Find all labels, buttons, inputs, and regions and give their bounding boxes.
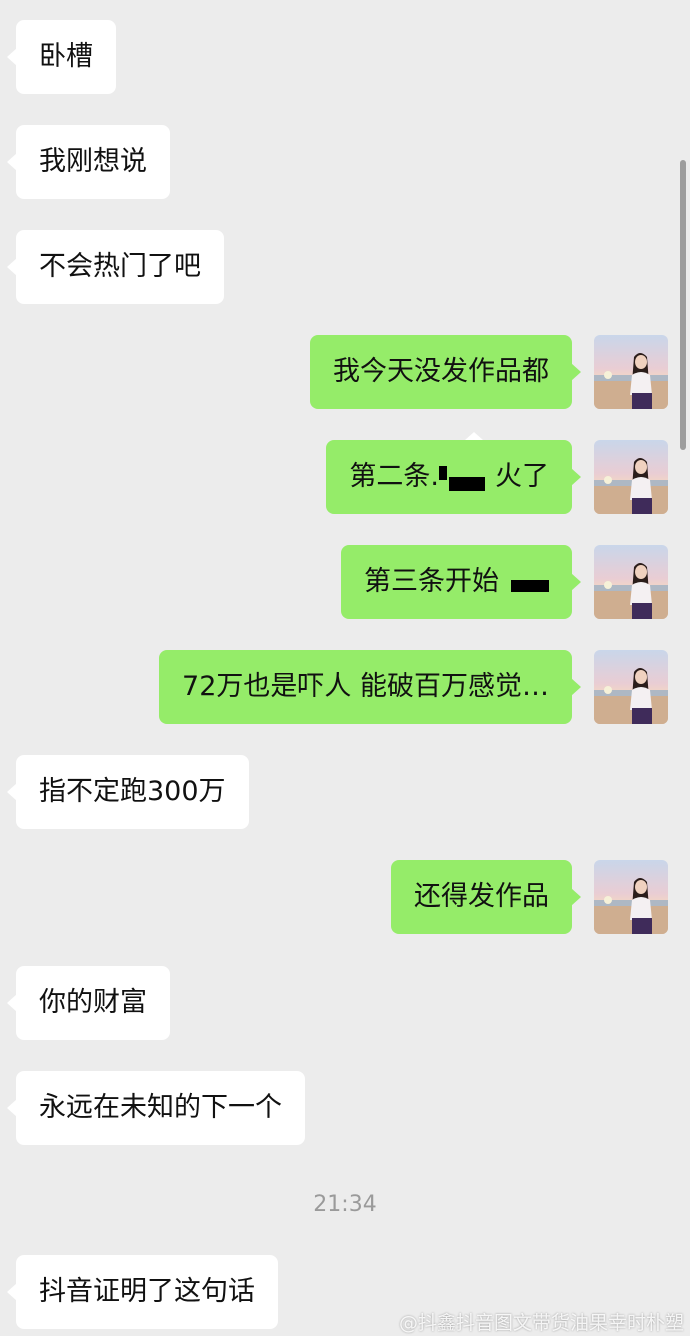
message-row: 72万也是吓人 能破百万感觉… — [0, 650, 690, 724]
watermark: @抖鑫抖音图文带货油果幸时朴塑 — [398, 1312, 684, 1334]
message-text: 第二条. — [349, 461, 439, 492]
incoming-message-bubble[interactable]: 抖音证明了这句话 — [7, 1255, 278, 1329]
message-row: 我今天没发作品都 — [0, 335, 690, 409]
message-row: 还得发作品 — [0, 860, 690, 934]
incoming-message-bubble[interactable]: 指不定跑300万 — [7, 755, 249, 829]
outgoing-message-bubble[interactable]: 还得发作品 — [391, 860, 581, 934]
incoming-message-bubble[interactable]: 我刚想说 — [7, 125, 170, 199]
message-row: 永远在未知的下一个 — [0, 1071, 690, 1145]
avatar[interactable] — [594, 545, 668, 619]
message-row: 我刚想说 — [0, 125, 690, 199]
incoming-message-bubble[interactable]: 永远在未知的下一个 — [7, 1071, 305, 1145]
message-text: 第三条开始 — [364, 566, 499, 597]
outgoing-message-bubble[interactable]: 72万也是吓人 能破百万感觉… — [159, 650, 581, 724]
avatar[interactable] — [594, 860, 668, 934]
message-row: 第二条. 火了 — [0, 432, 690, 514]
outgoing-message-bubble[interactable]: 第三条开始 — [341, 545, 581, 619]
incoming-message-bubble[interactable]: 你的财富 — [7, 966, 170, 1040]
message-row: 第三条开始 — [0, 545, 690, 619]
incoming-message-bubble[interactable]: 不会热门了吧 — [7, 230, 224, 304]
redaction-mark — [511, 579, 549, 592]
message-text: 火了 — [495, 461, 549, 492]
scrollbar[interactable] — [680, 160, 686, 450]
avatar[interactable] — [594, 650, 668, 724]
incoming-message-bubble[interactable]: 卧槽 — [7, 20, 116, 94]
outgoing-message-bubble[interactable]: 第二条. 火了 — [326, 440, 581, 514]
message-row: 指不定跑300万 — [0, 755, 690, 829]
tooltip-arrow — [465, 432, 483, 440]
message-row: 你的财富 — [0, 966, 690, 1040]
message-row: 卧槽 — [0, 20, 690, 94]
redaction-mark — [439, 465, 447, 480]
message-row: 不会热门了吧 — [0, 230, 690, 304]
avatar[interactable] — [594, 440, 668, 514]
outgoing-message-bubble[interactable]: 我今天没发作品都 — [310, 335, 581, 409]
timestamp: 21:34 — [313, 1192, 377, 1217]
redaction-mark — [449, 476, 485, 491]
avatar[interactable] — [594, 335, 668, 409]
